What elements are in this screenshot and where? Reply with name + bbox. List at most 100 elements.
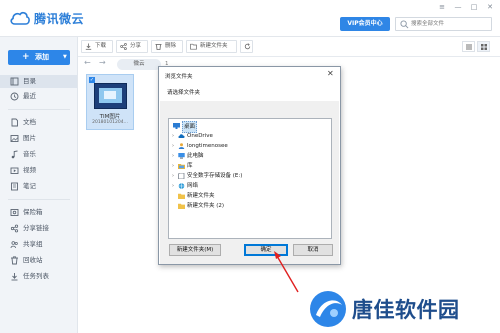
sidebar-item-label: 最近 bbox=[23, 92, 36, 100]
tree-item-new-folder-2[interactable]: 新建文件夹 (2) bbox=[169, 201, 331, 211]
tree-item-label: 此电脑 bbox=[187, 153, 204, 159]
sd-card-icon bbox=[178, 173, 185, 179]
sidebar-item-directory[interactable]: 目录 bbox=[0, 75, 77, 88]
vip-center-button[interactable]: VIP会员中心 bbox=[340, 17, 390, 31]
tree-item-library[interactable]: › 库 bbox=[169, 161, 331, 171]
minimize-icon[interactable]: — bbox=[452, 2, 464, 13]
dialog-close-icon[interactable]: ✕ bbox=[327, 69, 334, 78]
directory-icon bbox=[10, 77, 19, 86]
chevron-right-icon[interactable]: › bbox=[172, 151, 174, 161]
tree-item-label: longtimenosee bbox=[187, 143, 228, 149]
tree-item-label: OneDrive bbox=[187, 133, 213, 139]
search-box[interactable] bbox=[395, 17, 492, 31]
back-arrow-icon[interactable]: ← bbox=[84, 58, 91, 67]
tree-item-label: 安全数字存储设备 (E:) bbox=[187, 173, 243, 179]
list-view-button[interactable] bbox=[462, 41, 475, 52]
sidebar-item-label: 回收站 bbox=[23, 256, 43, 264]
grid-view-button[interactable] bbox=[477, 41, 490, 52]
chevron-right-icon[interactable]: › bbox=[172, 141, 174, 151]
user-icon bbox=[178, 143, 185, 149]
search-icon bbox=[400, 20, 409, 29]
new-folder-button[interactable]: 新建文件夹 bbox=[186, 40, 237, 53]
chevron-down-icon: ▼ bbox=[63, 54, 67, 60]
close-icon[interactable]: ✕ bbox=[484, 2, 496, 13]
document-icon bbox=[11, 118, 18, 127]
group-icon bbox=[10, 241, 18, 249]
share-button[interactable]: 分享 bbox=[116, 40, 148, 53]
download-label: 下载 bbox=[95, 43, 107, 49]
title-bar: 腾讯微云 VIP会员中心 ≡ — □ ✕ bbox=[0, 0, 500, 37]
download-icon bbox=[85, 43, 92, 50]
refresh-button[interactable] bbox=[240, 40, 253, 53]
video-icon bbox=[10, 167, 19, 174]
sidebar-item-images[interactable]: 图片 bbox=[0, 132, 77, 145]
refresh-icon bbox=[244, 43, 251, 50]
chevron-right-icon[interactable]: › bbox=[172, 171, 174, 181]
sidebar-item-label: 音乐 bbox=[23, 150, 36, 158]
library-icon bbox=[178, 164, 185, 169]
maximize-icon[interactable]: □ bbox=[468, 2, 480, 13]
breadcrumb-current[interactable]: 微云 bbox=[117, 59, 161, 70]
file-name: TIM图片 bbox=[99, 114, 121, 120]
delete-label: 删除 bbox=[165, 43, 177, 49]
watermark-text: 唐佳软件园 bbox=[352, 298, 460, 322]
sidebar-item-label: 目录 bbox=[23, 77, 36, 85]
onedrive-icon bbox=[178, 134, 185, 138]
watermark-logo-icon bbox=[310, 291, 346, 327]
sidebar-item-video[interactable]: 视频 bbox=[0, 164, 77, 177]
toolbar: 下载 分享 删除 新建文件夹 bbox=[78, 37, 500, 57]
new-folder-dialog-button[interactable]: 新建文件夹(M) bbox=[169, 244, 221, 256]
tree-item-sd-card[interactable]: › 安全数字存储设备 (E:) bbox=[169, 171, 331, 181]
add-button-label: 添加 bbox=[35, 53, 49, 61]
forward-arrow-icon[interactable]: → bbox=[99, 58, 106, 67]
folder-tree: 桌面 › OneDrive › longtimenosee › 此电脑 › 库 bbox=[168, 118, 332, 239]
sidebar: + 添加 ▼ 目录 最近 文档 图片 音乐 视频 笔记 保险箱 分享链接 共享组… bbox=[0, 37, 78, 333]
computer-icon bbox=[178, 153, 185, 159]
sidebar-item-notes[interactable]: 笔记 bbox=[0, 180, 77, 193]
file-subtitle: 20180101204... bbox=[92, 120, 128, 125]
chevron-right-icon[interactable]: › bbox=[172, 131, 174, 141]
new-folder-label: 新建文件夹 bbox=[200, 43, 228, 49]
chevron-right-icon[interactable]: › bbox=[172, 181, 174, 191]
sidebar-item-share-links[interactable]: 分享链接 bbox=[0, 222, 77, 235]
download-button[interactable]: 下载 bbox=[81, 40, 113, 53]
sidebar-item-recycle-bin[interactable]: 回收站 bbox=[0, 254, 77, 267]
tree-item-this-pc[interactable]: › 此电脑 bbox=[169, 151, 331, 161]
share-icon bbox=[120, 43, 127, 50]
desktop-icon bbox=[173, 123, 180, 129]
sidebar-item-safe[interactable]: 保险箱 bbox=[0, 206, 77, 219]
tree-item-onedrive[interactable]: › OneDrive bbox=[169, 131, 331, 141]
dialog-title: 浏览文件夹 bbox=[165, 74, 193, 80]
ok-button[interactable]: 确定 bbox=[244, 244, 288, 256]
sidebar-divider bbox=[8, 199, 70, 200]
tree-item-desktop[interactable]: 桌面 bbox=[169, 121, 331, 133]
sidebar-item-shared-group[interactable]: 共享组 bbox=[0, 238, 77, 251]
share-link-icon bbox=[10, 224, 19, 233]
sidebar-item-label: 共享组 bbox=[23, 240, 43, 248]
chevron-right-icon[interactable]: › bbox=[172, 161, 174, 171]
list-view-icon bbox=[466, 44, 472, 50]
dialog-body: 桌面 › OneDrive › longtimenosee › 此电脑 › 库 bbox=[160, 101, 339, 264]
tree-item-label: 新建文件夹 (2) bbox=[187, 203, 225, 209]
file-item[interactable]: ✓ TIM图片 20180101204... bbox=[86, 74, 134, 130]
add-button[interactable]: + 添加 ▼ bbox=[8, 50, 70, 65]
share-label: 分享 bbox=[130, 43, 142, 49]
folder-icon bbox=[178, 203, 185, 209]
tree-item-network[interactable]: › 网络 bbox=[169, 181, 331, 191]
app-title: 腾讯微云 bbox=[34, 12, 85, 26]
sidebar-item-task-list[interactable]: 任务列表 bbox=[0, 270, 77, 283]
sidebar-item-label: 分享链接 bbox=[23, 224, 49, 232]
menu-icon[interactable]: ≡ bbox=[436, 2, 448, 13]
cancel-button[interactable]: 取消 bbox=[293, 244, 333, 256]
sidebar-item-documents[interactable]: 文档 bbox=[0, 116, 77, 129]
note-icon bbox=[11, 182, 18, 191]
search-input[interactable] bbox=[411, 19, 489, 29]
safe-icon bbox=[10, 209, 19, 216]
sidebar-item-music[interactable]: 音乐 bbox=[0, 148, 77, 161]
tree-item-user[interactable]: › longtimenosee bbox=[169, 141, 331, 151]
sidebar-item-label: 任务列表 bbox=[23, 272, 49, 280]
tree-item-new-folder[interactable]: 新建文件夹 bbox=[169, 191, 331, 201]
sidebar-divider bbox=[8, 109, 70, 110]
sidebar-item-recent[interactable]: 最近 bbox=[0, 90, 77, 103]
delete-button[interactable]: 删除 bbox=[151, 40, 183, 53]
